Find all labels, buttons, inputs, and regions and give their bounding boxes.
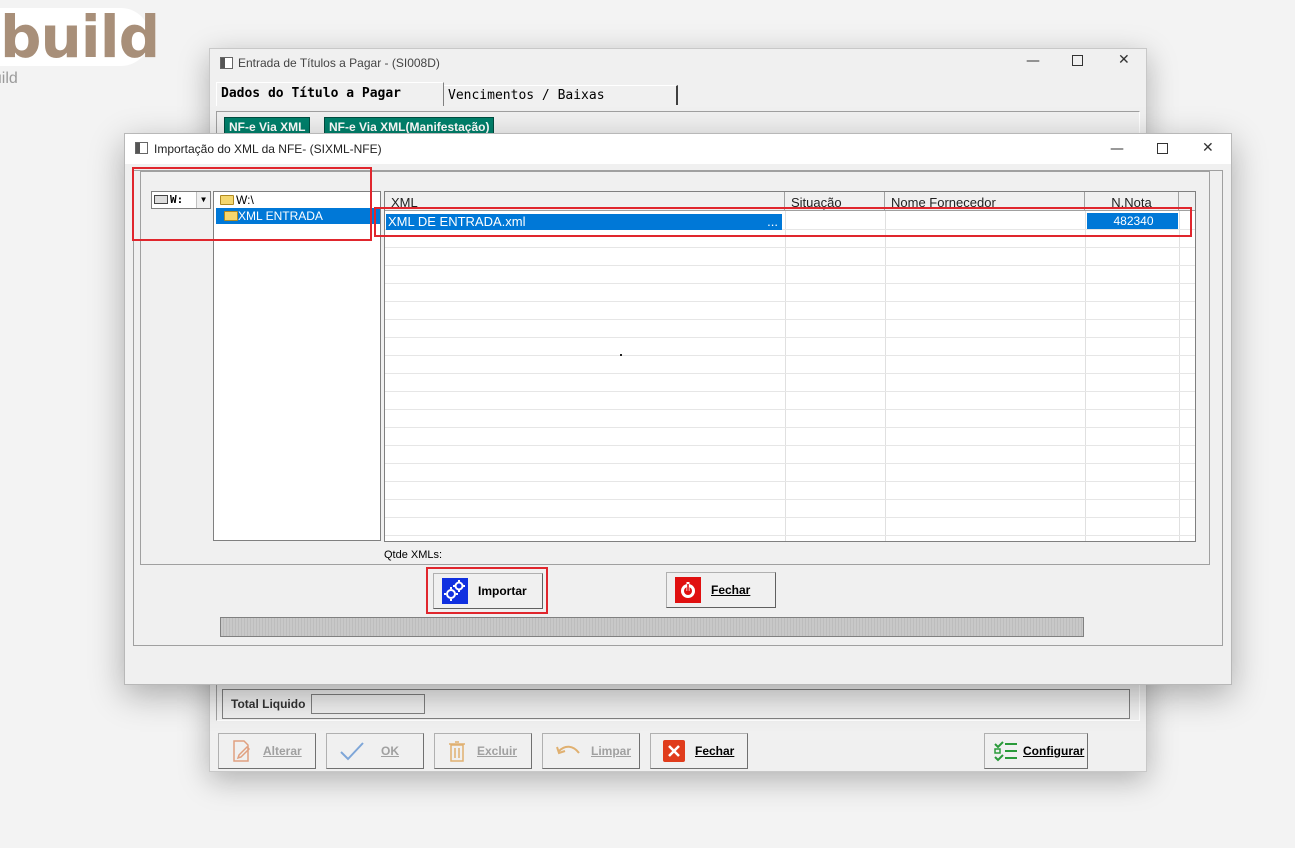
grid-col-line [1179,211,1180,541]
ok-label: OK [381,744,399,758]
total-field[interactable] [311,694,425,714]
edit-icon [233,740,251,762]
import-progress-bar [220,617,1084,637]
maximize-icon[interactable] [1072,55,1083,66]
qtde-xmls-label: Qtde XMLs: [384,549,443,561]
tab-label: Dados do Título a Pagar [221,86,402,101]
limpar-label: Limpar [591,744,632,758]
fechar-button-back[interactable]: Fechar [650,733,748,769]
grid-row-line [385,373,1195,374]
excluir-button[interactable]: Excluir [434,733,532,769]
ok-button[interactable]: OK [326,733,424,769]
dialog-title: Importação do XML da NFE- (SIXML-NFE) [154,142,382,156]
folder-list[interactable]: W:\ XML ENTRADA [213,191,381,541]
grid-col-line [785,211,786,541]
grid-row-line [385,337,1195,338]
tab-label: Vencimentos / Baixas [448,88,605,103]
close-icon[interactable]: ✕ [1118,53,1130,67]
grid-row-line [385,283,1195,284]
grid-dot [620,354,622,356]
grid-col-line [1085,211,1086,541]
total-box: Total Liquido [222,689,1130,719]
brand-subtext: build [0,70,18,87]
window-app-icon [220,57,233,69]
minimize-icon[interactable]: — [1026,54,1040,68]
xml-grid[interactable]: XML Situação Nome Fornecedor N.Nota XML … [384,191,1196,542]
grid-row-line [385,319,1195,320]
grid-row-line [385,481,1195,482]
fechar-label: Fechar [711,583,751,597]
window-title: Entrada de Títulos a Pagar - (SI008D) [238,56,440,70]
undo-icon [556,745,580,755]
alterar-button[interactable]: Alterar [218,733,316,769]
dialog-titlebar: Importação do XML da NFE- (SIXML-NFE) — … [125,134,1231,164]
fechar-button[interactable]: Fechar [666,572,776,608]
alterar-label: Alterar [263,744,302,758]
grid-row-line [385,301,1195,302]
grid-row-line [385,463,1195,464]
highlight-importar-button [426,567,548,614]
grid-row-line [385,427,1195,428]
close-icon[interactable]: ✕ [1202,141,1214,155]
grid-row-line [385,535,1195,536]
trash-icon [449,741,465,762]
close-x-icon [663,740,685,762]
configurar-label: Configurar [1023,744,1085,758]
check-icon [340,742,364,761]
grid-row-line [385,409,1195,410]
highlight-folder-selection [132,167,372,241]
grid-row-line [385,355,1195,356]
configurar-button[interactable]: Configurar [984,733,1088,769]
exit-icon [675,577,701,603]
grid-row-line [385,265,1195,266]
settings-list-icon [994,741,1017,762]
grid-row-line [385,499,1195,500]
grid-row-line [385,517,1195,518]
tab-vencimentos[interactable]: Vencimentos / Baixas [444,85,678,105]
total-label: Total Liquido [231,697,306,711]
grid-col-line [885,211,886,541]
brand-background: build [0,4,160,70]
brand-logo-text: build [0,3,160,71]
highlight-xml-row [374,207,1192,237]
dialog-app-icon [135,142,148,154]
limpar-button[interactable]: Limpar [542,733,640,769]
grid-row-line [385,247,1195,248]
excluir-label: Excluir [477,744,518,758]
import-group: W: ▼ W:\ XML ENTRADA XML Situação Nome F… [133,170,1223,646]
fechar-label: Fechar [695,744,735,758]
tab-dados-titulo[interactable]: Dados do Título a Pagar [216,82,444,106]
grid-row-line [385,445,1195,446]
grid-row-line [385,391,1195,392]
maximize-icon[interactable] [1157,143,1168,154]
minimize-icon[interactable]: — [1110,142,1124,156]
